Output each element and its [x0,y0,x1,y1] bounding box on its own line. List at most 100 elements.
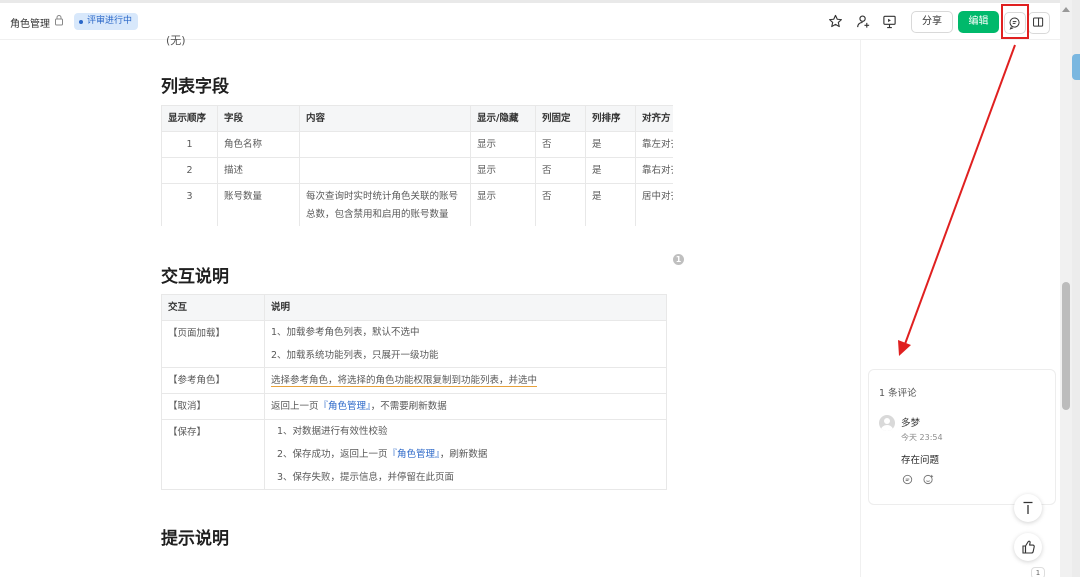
column-header: 内容 [299,105,471,132]
column-header: 说明 [264,294,667,321]
back-to-top-button[interactable] [1014,494,1042,522]
commented-text[interactable]: 选择参考角色，将选择的角色功能权限复制到功能列表，并选中 [271,375,538,387]
like-button[interactable] [1014,533,1042,561]
interaction-table: 交互 说明 【页面加载】 1、加载参考角色列表，默认不选中 2、加载系统功能列表… [161,294,667,490]
lock-icon [55,15,63,26]
table-cell: 3 [161,183,218,226]
table-cell: 否 [535,131,586,158]
share-button[interactable]: 分享 [911,11,953,33]
comment-count: 1 条评论 [879,388,917,399]
scrollbar-thumb[interactable] [1062,282,1070,410]
table-cell [299,131,471,158]
cell-text: 返回上一页 [271,401,319,412]
document-content: (无) 列表字段 显示顺序 字段 内容 显示/隐藏 列固定 列排序 对齐方 1 … [0,34,860,577]
doc-header: 角色管理 评审进行中 分享 编辑 [0,3,1060,40]
table-cell: 【取消】 [161,393,265,420]
cell-text-line: 1、对数据进行有效性校验 [277,426,388,437]
cell-text-line: 3、保存失败，提示信息，并停留在此页面 [277,472,455,483]
role-management-link[interactable]: 『角色管理』 [319,401,371,412]
column-header: 对齐方 [635,105,673,132]
table-cell: 选择参考角色，将选择的角色功能权限复制到功能列表，并选中 [264,367,667,394]
doc-title: 角色管理 [10,19,50,30]
review-status-badge[interactable]: 评审进行中 [74,13,139,30]
cell-text-line: 总数，包含禁用和启用的账号数量 [306,209,449,220]
present-icon[interactable] [882,14,897,29]
side-panel-toggle-button[interactable] [1028,12,1050,34]
table-cell: 每次查询时实时统计角色关联的账号 总数，包含禁用和启用的账号数量 [299,183,471,226]
cell-text: ，不需要刷新数据 [370,401,447,412]
table-cell: 显示 [470,131,536,158]
cell-text-line: 每次查询时实时统计角色关联的账号 [306,191,459,202]
cell-text: ，刷新数据 [439,449,488,460]
table-cell: 2 [161,157,218,184]
table-row: 【保存】 1、对数据进行有效性校验 2、保存成功，返回上一页『角色管理』，刷新数… [161,419,667,490]
table-cell: 【参考角色】 [161,367,265,394]
table-cell: 是 [585,157,636,184]
table-cell: 是 [585,131,636,158]
role-management-link[interactable]: 『角色管理』 [388,449,440,460]
table-cell: 否 [535,157,586,184]
column-header: 字段 [217,105,300,132]
reply-icon[interactable] [902,474,913,485]
add-collaborator-icon[interactable] [856,14,871,29]
emoji-reaction-icon[interactable] [923,474,934,485]
table-cell: 【保存】 [161,419,265,490]
table-row: 1 角色名称 显示 否 是 靠左对齐 [161,131,673,158]
window-edge-tab [1072,54,1080,80]
table-cell: 显示 [470,183,536,226]
table-cell: 角色名称 [217,131,300,158]
table-row: 2 描述 显示 否 是 靠右对齐 [161,157,673,184]
table-cell: 是 [585,183,636,226]
table-cell: 账号数量 [217,183,300,226]
cell-text: 2、保存成功，返回上一页 [277,449,388,460]
previous-section-text: (无) [166,34,186,47]
interaction-heading: 交互说明 [161,267,229,287]
table-cell: 1、加载参考角色列表，默认不选中 2、加载系统功能列表，只展开一级功能 [264,320,667,368]
table-cell: 描述 [217,157,300,184]
table-cell: 居中对齐 [635,183,673,226]
document-page: 角色管理 评审进行中 分享 编辑 (无) 列表字段 显示顺序 字段 内容 显示/… [0,0,1080,577]
table-cell: 靠左对齐 [635,131,673,158]
list-fields-heading: 列表字段 [161,77,229,97]
cell-text-line: 2、加载系统功能列表，只展开一级功能 [271,350,439,361]
block-comment-marker-icon[interactable]: 1 [673,254,684,265]
hint-heading: 提示说明 [161,529,229,549]
comment-card[interactable]: 1 条评论 多梦 今天 23:54 存在问题 [868,369,1056,505]
table-cell: 【页面加载】 [161,320,265,368]
table-row: 【取消】 返回上一页『角色管理』，不需要刷新数据 [161,393,667,420]
table-cell: 1、对数据进行有效性校验 2、保存成功，返回上一页『角色管理』，刷新数据 3、保… [264,419,667,490]
edit-button[interactable]: 编辑 [958,11,999,33]
star-icon[interactable] [828,14,843,29]
table-cell: 1 [161,131,218,158]
list-fields-table: 显示顺序 字段 内容 显示/隐藏 列固定 列排序 对齐方 1 角色名称 显示 否… [161,105,673,226]
cell-text-line: 1、加载参考角色列表，默认不选中 [271,327,420,338]
comment-text: 存在问题 [901,455,940,466]
window-edge-strip [1072,0,1080,577]
comment-time: 今天 23:54 [901,433,943,442]
back-to-top-icon [1023,501,1033,514]
annotation-highlight-box [1001,4,1029,39]
thumbs-up-icon [1022,540,1035,554]
scroll-up-arrow-icon[interactable] [1062,7,1070,12]
table-row: 【页面加载】 1、加载参考角色列表，默认不选中 2、加载系统功能列表，只展开一级… [161,320,667,368]
list-fields-table-scroll[interactable]: 显示顺序 字段 内容 显示/隐藏 列固定 列排序 对齐方 1 角色名称 显示 否… [161,105,673,226]
sidebar-layout-icon [1033,17,1044,27]
table-cell: 显示 [470,157,536,184]
table-cell: 靠右对齐 [635,157,673,184]
cell-text-line: 2、保存成功，返回上一页『角色管理』，刷新数据 [277,443,660,466]
table-cell: 否 [535,183,586,226]
table-row: 【参考角色】 选择参考角色，将选择的角色功能权限复制到功能列表，并选中 [161,367,667,394]
table-cell: 返回上一页『角色管理』，不需要刷新数据 [264,393,667,420]
avatar[interactable] [879,415,895,431]
column-header: 列固定 [535,105,586,132]
column-header: 显示顺序 [161,105,218,132]
table-header-row: 交互 说明 [161,294,667,321]
table-header-row: 显示顺序 字段 内容 显示/隐藏 列固定 列排序 对齐方 [161,105,673,132]
column-header: 交互 [161,294,265,321]
comment-author[interactable]: 多梦 [901,415,920,429]
column-header: 列排序 [585,105,636,132]
table-cell [299,157,471,184]
like-count-badge: 1 [1031,567,1045,577]
vertical-scrollbar[interactable] [1060,0,1072,577]
table-row: 3 账号数量 每次查询时实时统计角色关联的账号 总数，包含禁用和启用的账号数量 … [161,183,673,226]
